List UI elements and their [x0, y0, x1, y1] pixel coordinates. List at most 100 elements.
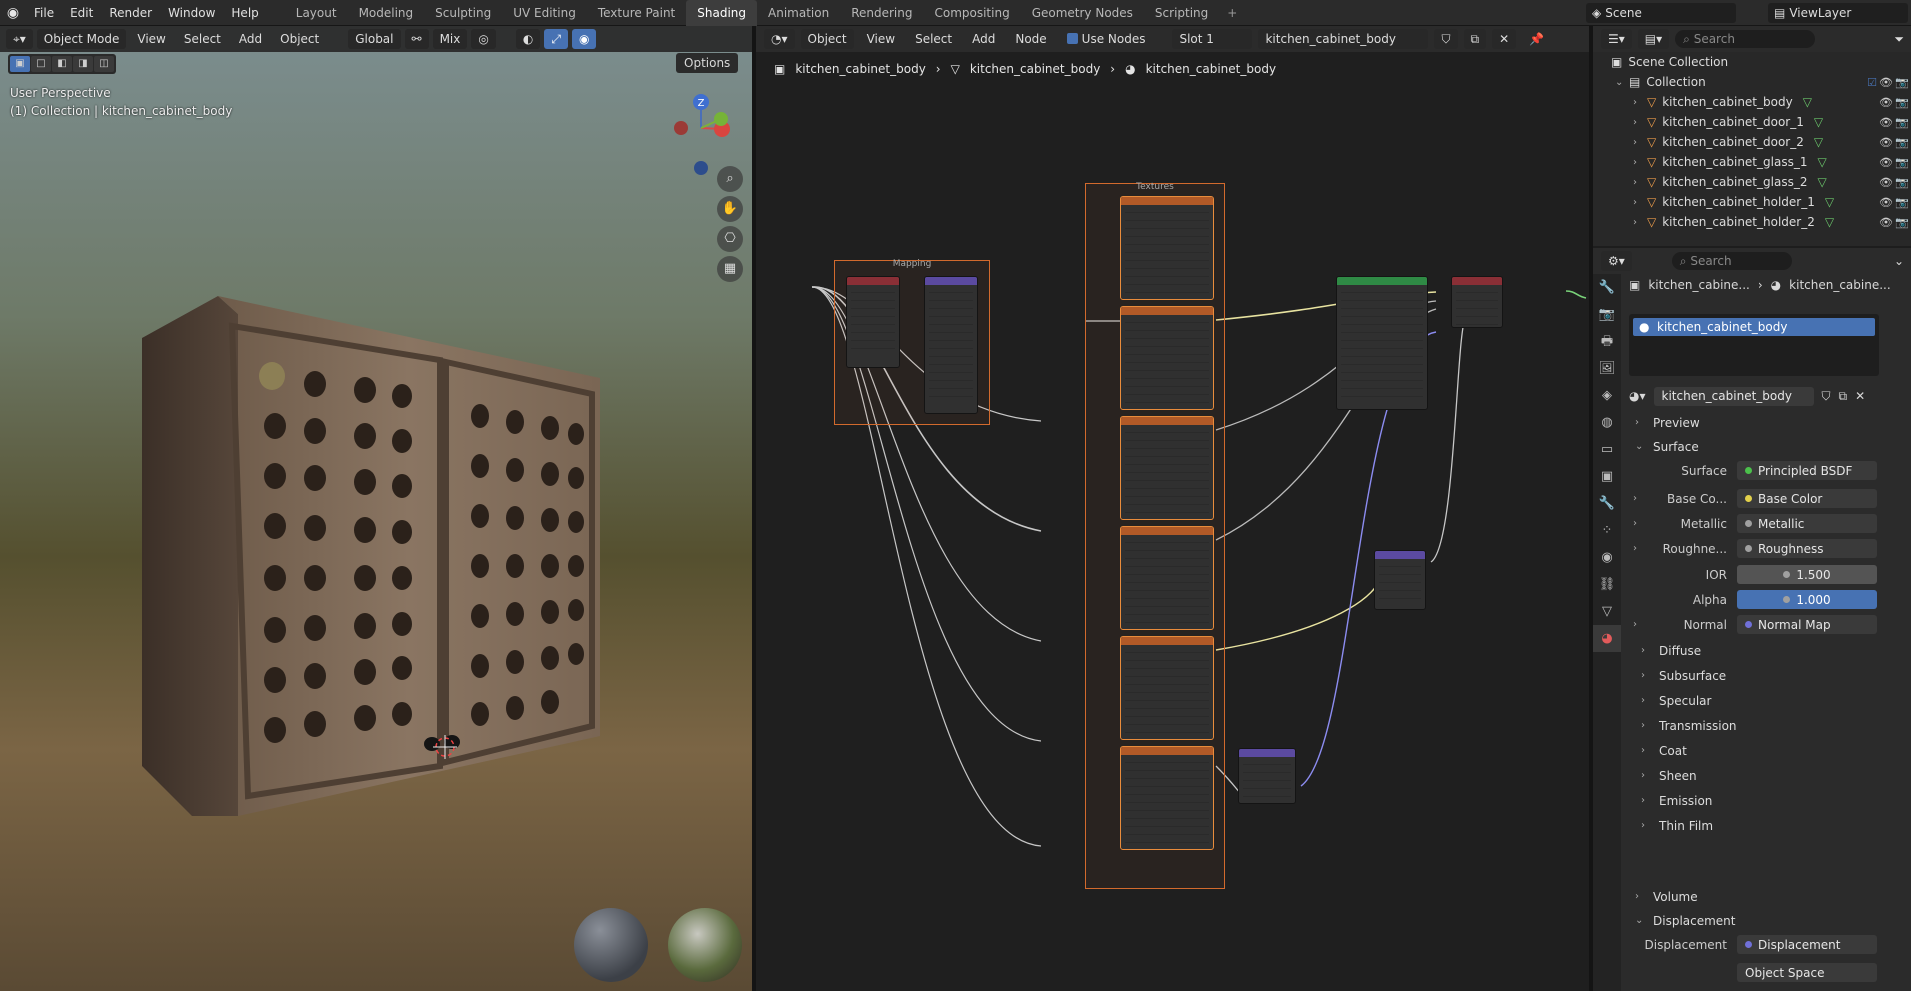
outliner-editor-icon[interactable]: ☰▾ [1601, 29, 1632, 49]
editor-type-button[interactable]: ⌖▾ [6, 29, 33, 49]
chevron-right-icon[interactable]: › [1633, 137, 1643, 148]
menu-select[interactable]: Select [177, 29, 228, 49]
displacement-field[interactable]: Displacement [1737, 935, 1877, 954]
gizmo-toggle-icon[interactable]: ⤢ [544, 29, 568, 49]
tab-layout[interactable]: Layout [285, 0, 348, 26]
eye-icon[interactable]: 👁 [1879, 76, 1893, 89]
node-image-displacement[interactable] [1120, 636, 1214, 740]
panel-preview[interactable]: › Preview [1629, 412, 1911, 433]
tab-rendering[interactable]: Rendering [840, 0, 923, 26]
camera-icon[interactable]: 📷 [1895, 176, 1909, 189]
node-image-roughness[interactable] [1120, 526, 1214, 630]
render-tab-icon[interactable]: 📷 [1593, 301, 1621, 328]
collection-tab-icon[interactable]: ▭ [1593, 436, 1621, 463]
subpanel-header[interactable]: › Diffuse [1629, 640, 1911, 661]
scene-tab-icon[interactable]: ◈ [1593, 382, 1621, 409]
node-image-ao[interactable] [1120, 196, 1214, 300]
outliner-scene-collection[interactable]: ▣ Scene Collection [1593, 52, 1911, 72]
duplicate-icon[interactable]: ⧉ [1839, 389, 1848, 404]
camera-icon[interactable]: 📷 [1895, 76, 1909, 89]
subpanel-header[interactable]: › Specular [1629, 690, 1911, 711]
tab-texture-paint[interactable]: Texture Paint [587, 0, 686, 26]
chevron-right-icon[interactable]: › [1633, 157, 1643, 168]
mode-selector[interactable]: Object Mode [36, 29, 127, 49]
tool-tab-icon[interactable]: 🔧 [1593, 274, 1621, 301]
menu-window[interactable]: Window [160, 0, 223, 26]
constraints-tab-icon[interactable]: ⛓ [1593, 571, 1621, 598]
tab-sculpting[interactable]: Sculpting [424, 0, 502, 26]
panel-surface[interactable]: ⌄ Surface [1629, 436, 1911, 457]
surface-input-field[interactable]: Metallic [1737, 514, 1877, 533]
material-name-field[interactable]: kitchen_cabinet_body [1653, 386, 1814, 406]
menu-help[interactable]: Help [223, 0, 266, 26]
3d-cursor-icon[interactable] [433, 735, 457, 759]
visibility-icon[interactable]: ◐ [515, 29, 541, 49]
output-tab-icon[interactable]: 🖶 [1593, 328, 1621, 355]
tab-shading[interactable]: Shading [686, 0, 757, 26]
node-material-output[interactable] [1451, 276, 1503, 328]
add-workspace-button[interactable]: + [1219, 0, 1245, 26]
eye-icon[interactable]: 👁 [1879, 216, 1893, 229]
proportional-edit-icon[interactable]: ◎ [471, 29, 496, 49]
fake-user-icon[interactable]: ⛉ [1822, 389, 1831, 404]
3d-viewport[interactable]: ⌖▾ Object Mode View Select Add Object Gl… [0, 26, 752, 991]
subpanel-header[interactable]: › Emission [1629, 790, 1911, 811]
camera-view-icon[interactable]: ⎔ [717, 226, 743, 252]
outliner-object-row[interactable]: › ▽ kitchen_cabinet_door_1 ▽ 👁 📷 [1593, 112, 1911, 132]
tab-scripting[interactable]: Scripting [1144, 0, 1219, 26]
perspective-grid-icon[interactable]: ▦ [717, 256, 743, 282]
overlay-toggle-icon[interactable]: ◉ [571, 29, 597, 49]
transform-orientation-selector[interactable]: Global [348, 29, 401, 49]
select-box-icon[interactable]: ▣ [10, 56, 30, 72]
surface-input-field[interactable]: Principled BSDF [1737, 461, 1877, 480]
tab-modeling[interactable]: Modeling [348, 0, 425, 26]
surface-input-field[interactable]: Base Color [1737, 489, 1877, 508]
eye-icon[interactable]: 👁 [1879, 116, 1893, 129]
cabinet-3d-model[interactable] [140, 296, 600, 816]
outliner-object-row[interactable]: › ▽ kitchen_cabinet_holder_1 ▽ 👁 📷 [1593, 192, 1911, 212]
displacement-space-dropdown[interactable]: Object Space [1737, 963, 1877, 982]
subpanel-header[interactable]: › Subsurface [1629, 665, 1911, 686]
menu-file[interactable]: File [26, 0, 62, 26]
outliner-object-row[interactable]: › ▽ kitchen_cabinet_door_2 ▽ 👁 📷 [1593, 132, 1911, 152]
node-image-base-color[interactable] [1120, 306, 1214, 410]
select-subtract-icon[interactable]: ◨ [73, 56, 93, 72]
eye-icon[interactable]: 👁 [1879, 176, 1893, 189]
outliner-object-row[interactable]: › ▽ kitchen_cabinet_glass_1 ▽ 👁 📷 [1593, 152, 1911, 172]
hdri-sphere[interactable] [668, 908, 742, 982]
panel-volume[interactable]: › Volume [1629, 886, 1911, 907]
chevron-right-icon[interactable]: › [1633, 493, 1643, 504]
eye-icon[interactable]: 👁 [1879, 156, 1893, 169]
chevron-right-icon[interactable]: › [1633, 619, 1643, 630]
particles-tab-icon[interactable]: ⁘ [1593, 517, 1621, 544]
scene-selector[interactable]: ◈ Scene [1586, 3, 1736, 23]
tab-geometry-nodes[interactable]: Geometry Nodes [1021, 0, 1144, 26]
camera-icon[interactable]: 📷 [1895, 196, 1909, 209]
node-image-metallic[interactable] [1120, 416, 1214, 520]
subpanel-header[interactable]: › Sheen [1629, 765, 1911, 786]
chevron-down-icon[interactable]: ⌄ [1887, 251, 1911, 271]
menu-add[interactable]: Add [232, 29, 269, 49]
chevron-right-icon[interactable]: › [1633, 117, 1643, 128]
zoom-icon[interactable]: ⌕ [717, 166, 743, 192]
chevron-right-icon[interactable]: › [1633, 217, 1643, 228]
camera-icon[interactable]: 📷 [1895, 156, 1909, 169]
chevron-right-icon[interactable]: › [1633, 177, 1643, 188]
subpanel-header[interactable]: › Coat [1629, 740, 1911, 761]
tab-animation[interactable]: Animation [757, 0, 840, 26]
menu-object[interactable]: Object [273, 29, 326, 49]
material-tab-icon[interactable]: ◕ [1593, 625, 1621, 652]
matcap-sphere[interactable] [574, 908, 648, 982]
modifier-tab-icon[interactable]: 🔧 [1593, 490, 1621, 517]
outliner-search-input[interactable]: ⌕ Search [1675, 30, 1816, 48]
menu-edit[interactable]: Edit [62, 0, 101, 26]
node-principled-bsdf[interactable] [1336, 276, 1428, 410]
chevron-right-icon[interactable]: › [1633, 97, 1643, 108]
node-mapping[interactable] [924, 276, 978, 414]
subpanel-header[interactable]: › Transmission [1629, 715, 1911, 736]
camera-icon[interactable]: 📷 [1895, 96, 1909, 109]
tab-uv-editing[interactable]: UV Editing [502, 0, 587, 26]
eye-icon[interactable]: 👁 [1879, 96, 1893, 109]
camera-icon[interactable]: 📷 [1895, 216, 1909, 229]
panel-displacement[interactable]: ⌄ Displacement [1629, 910, 1911, 931]
